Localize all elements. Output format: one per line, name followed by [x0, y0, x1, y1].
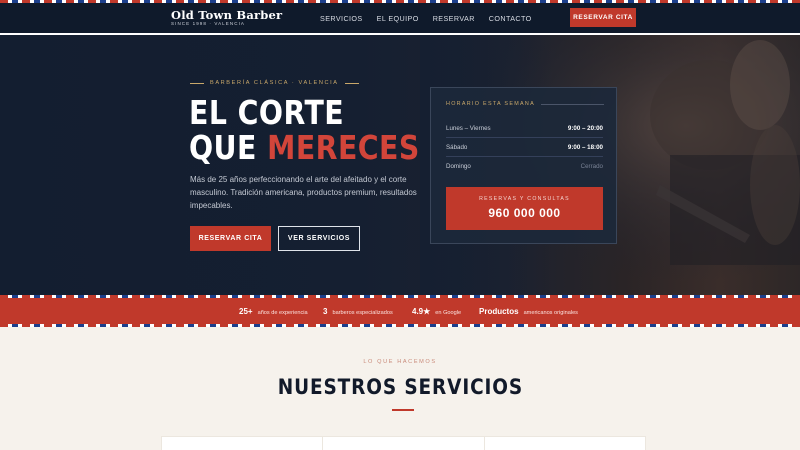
booking-label: RESERVAS Y CONSULTAS — [479, 196, 570, 202]
barber-pole-stripe — [0, 295, 800, 298]
stat-label: en Google — [435, 310, 462, 316]
hours-row: Domingo Cerrado — [446, 163, 603, 175]
hero-eyebrow-text: BARBERÍA CLÁSICA · VALENCIA — [210, 80, 339, 86]
barber-pole-stripe — [0, 0, 800, 3]
hero-description: Más de 25 años perfeccionando el arte de… — [190, 175, 417, 210]
hours-row: Sábado 9:00 – 18:00 — [446, 144, 603, 157]
hours-day: Domingo — [446, 163, 471, 170]
service-card[interactable] — [485, 437, 645, 450]
ver-servicios-button[interactable]: VER SERVICIOS — [278, 226, 360, 251]
reservar-cita-header-button[interactable]: RESERVAR CITA — [570, 8, 636, 27]
nav-el-equipo[interactable]: EL EQUIPO — [377, 14, 419, 23]
stat-number: 4.9★ — [412, 307, 431, 316]
hours-day: Lunes – Viernes — [446, 125, 491, 132]
logo-title: Old Town Barber — [171, 8, 283, 22]
stat-label: años de experiencia — [257, 310, 308, 316]
nav-servicios[interactable]: SERVICIOS — [320, 14, 363, 23]
services-section: LO QUE HACEMOS NUESTROS SERVICIOS — [0, 327, 800, 450]
logo[interactable]: Old Town Barber SINCE 1998 · VALENCIA — [171, 9, 282, 27]
services-title: NUESTROS SERVICIOS — [0, 375, 800, 399]
service-card[interactable] — [323, 437, 485, 450]
stat-label: americanos originales — [523, 310, 578, 316]
services-title-text: NUESTROS SERVICIOS — [277, 375, 523, 399]
hours-card: HORARIO ESTA SEMANA Lunes – Viernes 9:00… — [430, 87, 617, 244]
stat-item: 25+ años de experiencia — [239, 307, 308, 316]
hero-title-line2a: QUE — [189, 128, 257, 167]
hero-title: EL CORTE QUE MERECES — [189, 95, 420, 165]
hours-day: Sábado — [446, 144, 468, 151]
stat-number: Productos — [479, 307, 519, 316]
services-divider — [392, 409, 414, 411]
hours-time-closed: Cerrado — [580, 163, 603, 170]
stat-number: 25+ — [239, 307, 253, 316]
service-cards — [161, 436, 646, 450]
main-nav: SERVICIOS EL EQUIPO RESERVAR CONTACTO — [320, 14, 546, 23]
service-card[interactable] — [162, 437, 324, 450]
hours-heading-text: HORARIO ESTA SEMANA — [446, 101, 535, 107]
reservar-cita-button[interactable]: RESERVAR CITA — [190, 226, 271, 251]
hours-heading: HORARIO ESTA SEMANA — [446, 101, 604, 107]
hero-title-line1: EL CORTE — [189, 93, 345, 132]
hero-title-accent: MERECES — [267, 128, 420, 167]
nav-contacto[interactable]: CONTACTO — [489, 14, 532, 23]
booking-phone[interactable]: 960 000 000 — [446, 206, 603, 220]
booking-phone-box[interactable]: RESERVAS Y CONSULTAS 960 000 000 — [446, 187, 603, 230]
stat-label: barberos especializados — [332, 310, 393, 316]
stat-number: 3 — [323, 307, 328, 316]
services-eyebrow: LO QUE HACEMOS — [363, 359, 437, 365]
hours-time: 9:00 – 18:00 — [567, 144, 603, 151]
nav-reservar[interactable]: RESERVAR — [433, 14, 475, 23]
hours-row: Lunes – Viernes 9:00 – 20:00 — [446, 125, 603, 138]
hero-eyebrow: BARBERÍA CLÁSICA · VALENCIA — [190, 80, 359, 86]
site-header: Old Town Barber SINCE 1998 · VALENCIA SE… — [0, 0, 800, 35]
hero-section: BARBERÍA CLÁSICA · VALENCIA EL CORTE QUE… — [0, 35, 800, 295]
hours-time: 9:00 – 20:00 — [567, 125, 603, 132]
stats-bar: 25+ años de experiencia 3 barberos espec… — [0, 295, 800, 327]
stat-item: 3 barberos especializados — [323, 307, 393, 316]
stat-item: 4.9★ en Google — [412, 307, 461, 316]
stat-item: Productos americanos originales — [479, 307, 578, 316]
